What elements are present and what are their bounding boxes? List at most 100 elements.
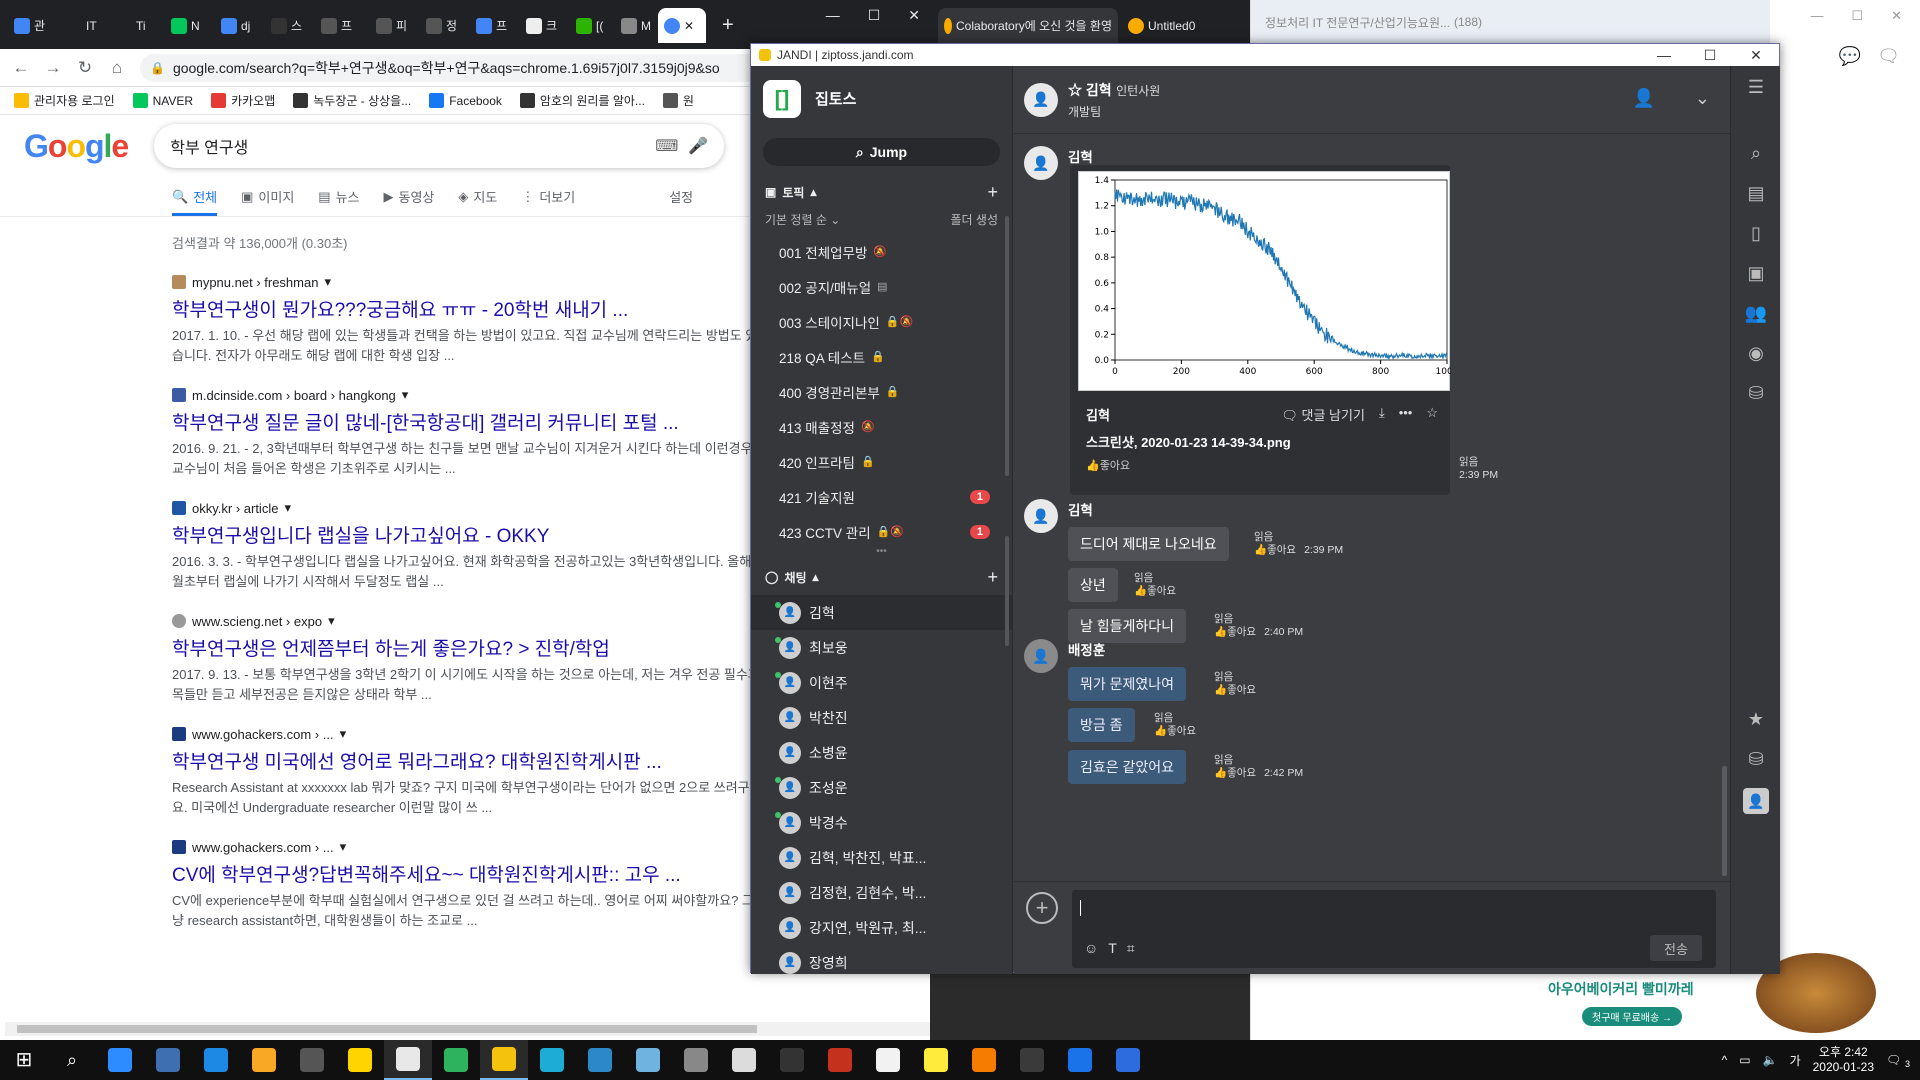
sticky-notes-app-icon[interactable] [912,1040,960,1080]
result-title[interactable]: 학부연구생이 뭔가요???궁금해요 ㅠㅠ - 20학번 새내기 ... [172,295,762,322]
network-icon[interactable]: ▭ [1739,1053,1750,1067]
topic-item[interactable]: 423 CCTV 관리 🔒🔕 1 [751,514,1012,549]
chat-item[interactable]: 👤 김혁, 박찬진, 박표... [751,840,1012,875]
ime-indicator[interactable]: 가 [1790,1052,1801,1069]
notification-icon[interactable]: 🗨 3 [1886,1053,1910,1069]
result-cite[interactable]: mypnu.net › freshman ▾ [172,273,762,291]
grammarly-app-icon[interactable] [528,1040,576,1080]
result-cite[interactable]: www.gohackers.com › ... ▾ [172,838,762,856]
explorer-app-icon[interactable] [96,1040,144,1080]
topic-header-label[interactable]: 토픽 [782,184,804,201]
home-icon[interactable]: ⌂ [108,58,126,78]
avatar[interactable]: 👤 [1024,146,1058,180]
message-bubble[interactable]: 드디어 제대로 나오네요 [1068,527,1229,561]
chat-bubble-icon[interactable]: 💬 [1839,46,1861,67]
tab-images[interactable]: ▣ 이미지 [241,187,294,216]
caret-up-icon[interactable]: ▴ [810,185,816,199]
clock-app-icon[interactable] [864,1040,912,1080]
add-chat-icon[interactable]: 🗨 [1877,46,1900,67]
add-topic-icon[interactable]: + [987,182,998,203]
like-label[interactable]: 좋아요 [1167,725,1196,737]
like-label[interactable]: 좋아요 [1267,544,1296,556]
app-icon[interactable] [1104,1040,1152,1080]
tab-maps[interactable]: ◈ 지도 [458,187,497,216]
topic-item[interactable]: 002 공지/매뉴얼 ▤ [751,269,1012,304]
tab-all[interactable]: 🔍 전체 [172,187,218,216]
tab[interactable]: 프 [470,8,513,43]
app-icon[interactable] [720,1040,768,1080]
result-cite[interactable]: m.dcinside.com › board › hangkong ▾ [172,386,762,404]
bookmark[interactable]: 원 [662,92,694,109]
horizontal-scrollbar[interactable] [5,1022,930,1036]
topic-item[interactable]: 400 경영관리본부 🔒 [751,374,1012,409]
chat-item[interactable]: 👤 조성운 [751,770,1012,805]
app-icon[interactable] [816,1040,864,1080]
comment-button[interactable]: 🗨 댓글 남기기 [1281,405,1365,424]
topic-item[interactable]: 421 기술지원 1 [751,479,1012,514]
members-icon[interactable]: 👥 [1743,300,1769,326]
teamviewer-app-icon[interactable] [1056,1040,1104,1080]
maximize-icon[interactable]: ☐ [868,7,881,24]
thumbs-up-icon[interactable]: 👍 [1154,725,1167,737]
menu-icon[interactable]: ☰ [1743,74,1769,100]
bookmark[interactable]: 카카오맵 [211,92,275,109]
chat-item[interactable]: 👤 박찬진 [751,700,1012,735]
tab[interactable]: Ti [130,8,152,43]
message-bubble[interactable]: 날 힘들게하다니 [1068,609,1187,643]
chat-item[interactable]: 👤 소병윤 [751,735,1012,770]
ad-button[interactable]: 첫구매 무료배송 → [1582,1007,1682,1026]
topic-item[interactable]: 420 인프라팀 🔒 [751,444,1012,479]
result-title[interactable]: 학부연구생입니다 랩실을 나가고싶어요 - OKKY [172,521,762,548]
send-button[interactable]: 전송 [1650,935,1702,961]
topic-item[interactable]: 003 스테이지나인 🔒🔕 [751,304,1012,339]
like-label[interactable]: 좋아요 [1227,684,1256,696]
thumbs-up-icon[interactable]: 👍 [1134,585,1147,597]
show-hidden-icons[interactable]: ^ [1722,1053,1728,1067]
tab-active[interactable]: ✕ [658,8,706,43]
back-icon[interactable]: ← [12,58,30,78]
inbox-icon[interactable]: ▣ [1743,260,1769,286]
plot-image[interactable]: 0 200 400 600 800 1000 0.0 0.2 0.4 0.6 0.8 1.0 1.2 1.… [1078,171,1451,391]
settings-link[interactable]: 설정 [669,187,693,216]
clock[interactable]: 오후 2:42 2020-01-23 [1813,1045,1874,1075]
thumbs-up-icon[interactable]: 👍 [1254,544,1267,556]
result-title[interactable]: 학부연구생 미국에선 영어로 뭐라그래요? 대학원진학게시판 ... [172,747,762,774]
scrollbar-thumb[interactable] [17,1025,757,1033]
minimize-icon[interactable]: — [1810,8,1823,24]
tab[interactable]: M [615,8,657,43]
forward-icon[interactable]: → [44,58,62,78]
minimize-icon[interactable]: — [826,7,840,23]
close-icon[interactable]: ✕ [1733,44,1779,66]
pycharm-app-icon[interactable] [768,1040,816,1080]
tab[interactable]: 관 [8,8,51,43]
calculator-app-icon[interactable] [288,1040,336,1080]
thumbs-up-icon[interactable]: 👍 [1214,684,1227,696]
topic-item[interactable]: 218 QA 테스트 🔒 [751,339,1012,374]
avatar[interactable]: 👤 [1024,499,1058,533]
message-list-icon[interactable]: ▤ [1743,180,1769,206]
file-icon[interactable]: ▯ [1743,220,1769,246]
file-card[interactable]: 0 200 400 600 800 1000 0.0 0.2 0.4 0.6 0.8 1.0 1.2 1.… [1070,165,1451,495]
bookmark[interactable]: 녹두장군 - 상상을... [293,92,411,109]
chevron-down-icon[interactable]: ⌄ [1695,88,1710,109]
result-title[interactable]: 학부연구생 질문 글이 많네-[한국항공대] 갤러리 커뮤니티 포털 ... [172,408,762,435]
chat-item[interactable]: 👤 최보웅 [751,630,1012,665]
tab[interactable]: 피 [370,8,413,43]
bookmark[interactable]: Facebook [429,93,502,108]
topic-item[interactable]: 413 매출정정 🔕 [751,409,1012,444]
sort-dropdown[interactable]: 기본 정렬 순 ⌄ [765,211,840,228]
message-bubble[interactable]: 뭐가 문제였나여 [1068,667,1187,701]
star-icon[interactable]: ★ [1743,706,1769,732]
close-icon[interactable]: ✕ [908,7,920,24]
tab[interactable]: [( [570,8,609,43]
profile-avatar[interactable]: 👤 [1743,788,1769,814]
result-cite[interactable]: www.gohackers.com › ... ▾ [172,725,762,743]
message-input[interactable]: ☺ T ⌗ 전송 [1072,890,1716,968]
reload-icon[interactable]: ↻ [76,58,94,78]
result-cite[interactable]: okky.kr › article ▾ [172,499,762,517]
message-bubble[interactable]: 상년 [1068,568,1118,602]
message-bubble[interactable]: 김효은 같았어요 [1068,750,1187,784]
conversation-scrollbar[interactable] [1722,766,1727,876]
drive-icon[interactable]: ⛁ [1743,380,1769,406]
create-folder-button[interactable]: 폴더 생성 [951,211,999,228]
